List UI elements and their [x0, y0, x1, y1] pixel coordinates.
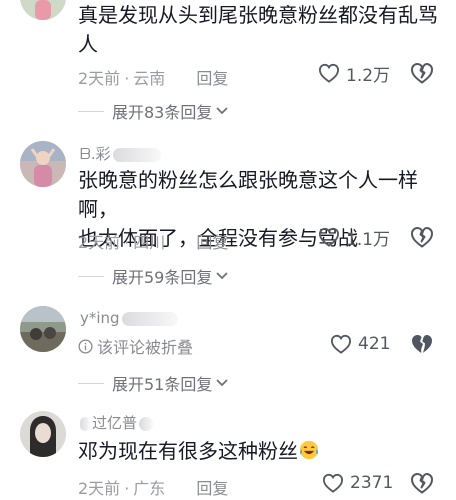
comment-location: 广东 [133, 479, 166, 498]
info-icon [78, 338, 93, 354]
broken-heart-icon[interactable] [410, 472, 434, 494]
divider-line [78, 382, 104, 384]
chevron-down-icon [216, 107, 229, 115]
username[interactable]: ᗷ.彩 [80, 143, 161, 164]
chevron-down-icon [216, 272, 229, 280]
comment-time: 2天前 [78, 479, 121, 498]
reply-button[interactable]: 回复 [196, 229, 228, 253]
expand-replies-button[interactable]: 展开51条回复 [78, 371, 229, 395]
divider-line [78, 110, 104, 112]
comment-location: 云南 [133, 69, 166, 88]
comment-meta: 2天前 · 云南 回复 [78, 65, 228, 89]
like-count: 1.2万 [346, 65, 391, 86]
comment-text: 邓为现在有很多这种粉丝 [78, 437, 440, 466]
divider-line [78, 275, 104, 277]
like-button[interactable]: 1.1万 [318, 226, 391, 250]
username[interactable]: 过亿普 [80, 412, 154, 433]
heart-outline-icon [322, 473, 344, 493]
comment-meta: 2天前 · 四川 回复 [78, 229, 228, 253]
like-button[interactable]: 421 [330, 333, 390, 355]
reply-button[interactable]: 回复 [196, 475, 228, 499]
broken-heart-icon[interactable] [410, 62, 434, 84]
expand-replies-button[interactable]: 展开83条回复 [78, 99, 229, 123]
like-button[interactable]: 1.2万 [318, 62, 391, 86]
expand-replies-button[interactable]: 展开59条回复 [78, 264, 229, 288]
like-button[interactable]: 2371 [322, 472, 393, 494]
comment-time: 2天前 [78, 233, 121, 252]
comment-time: 2天前 [78, 69, 121, 88]
avatar[interactable] [20, 141, 66, 187]
folded-notice: 该评论被折叠 [78, 334, 193, 358]
heart-outline-icon [318, 63, 340, 83]
chevron-down-icon [216, 379, 229, 387]
broken-heart-icon[interactable] [410, 226, 434, 248]
comment-location: 四川 [133, 233, 166, 252]
avatar[interactable] [20, 306, 66, 352]
comment-meta: 2天前 · 广东 回复 [78, 475, 228, 499]
username[interactable]: y*ing [80, 309, 178, 327]
heart-outline-icon [330, 334, 352, 354]
avatar[interactable] [20, 411, 66, 457]
like-count: 421 [358, 334, 391, 354]
comment-feed: 真是发现从头到尾张晚意粉丝都没有乱骂 人 2天前 · 云南 回复 1.2万 展开83… [0, 0, 456, 500]
heart-outline-icon [318, 227, 340, 247]
reply-button[interactable]: 回复 [196, 65, 228, 89]
like-count: 2371 [350, 473, 394, 493]
avatar[interactable] [20, 0, 66, 20]
laughing-tears-emoji [299, 440, 319, 460]
like-count: 1.1万 [346, 229, 391, 250]
comment-text: 真是发现从头到尾张晚意粉丝都没有乱骂 人 [78, 3, 438, 56]
broken-heart-filled-icon[interactable] [410, 333, 434, 355]
